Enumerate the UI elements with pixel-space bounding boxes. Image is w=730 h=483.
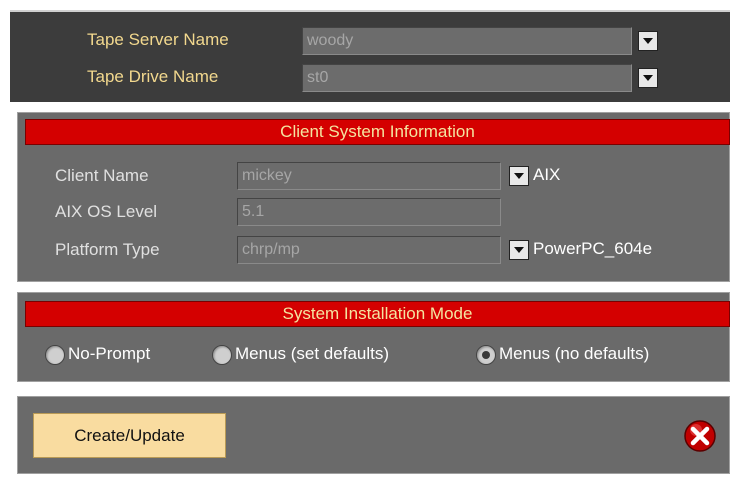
tape-drive-label: Tape Drive Name	[87, 67, 219, 86]
platform-type-field[interactable]: chrp/mp	[237, 236, 501, 264]
radio-menus-set-defaults-label[interactable]: Menus (set defaults)	[235, 344, 389, 364]
tape-server-label: Tape Server Name	[87, 30, 229, 49]
client-name-field[interactable]: mickey	[237, 162, 501, 190]
radio-no-prompt-label[interactable]: No-Prompt	[68, 344, 150, 364]
client-name-label: Client Name	[55, 166, 149, 185]
tape-server-field[interactable]: woody	[302, 27, 632, 55]
radio-selected-dot	[482, 351, 490, 359]
tape-server-dropdown[interactable]	[638, 31, 658, 51]
chevron-down-icon	[514, 173, 524, 179]
radio-menus-no-defaults[interactable]	[476, 345, 496, 365]
aix-os-level-label: AIX OS Level	[55, 202, 158, 221]
tape-drive-field[interactable]: st0	[302, 64, 632, 92]
chevron-down-icon	[643, 75, 653, 81]
platform-type-dropdown[interactable]	[509, 240, 529, 260]
install-mode-title: System Installation Mode	[25, 301, 730, 327]
processor-value: PowerPC_604e	[533, 239, 653, 258]
client-name-dropdown[interactable]	[509, 166, 529, 186]
radio-menus-set-defaults[interactable]	[212, 345, 232, 365]
radio-no-prompt[interactable]	[45, 345, 65, 365]
create-update-button[interactable]: Create/Update	[33, 413, 226, 458]
chevron-down-icon	[643, 38, 653, 44]
tape-drive-dropdown[interactable]	[638, 68, 658, 88]
os-type-value: AIX	[533, 165, 561, 184]
aix-os-level-field[interactable]: 5.1	[237, 198, 501, 226]
radio-menus-no-defaults-label[interactable]: Menus (no defaults)	[499, 344, 649, 364]
close-icon[interactable]	[683, 419, 717, 453]
client-info-title: Client System Information	[25, 119, 730, 145]
platform-type-label: Platform Type	[55, 240, 160, 259]
tape-panel: Tape Server Name woody Tape Drive Name s…	[10, 10, 730, 102]
chevron-down-icon	[514, 247, 524, 253]
